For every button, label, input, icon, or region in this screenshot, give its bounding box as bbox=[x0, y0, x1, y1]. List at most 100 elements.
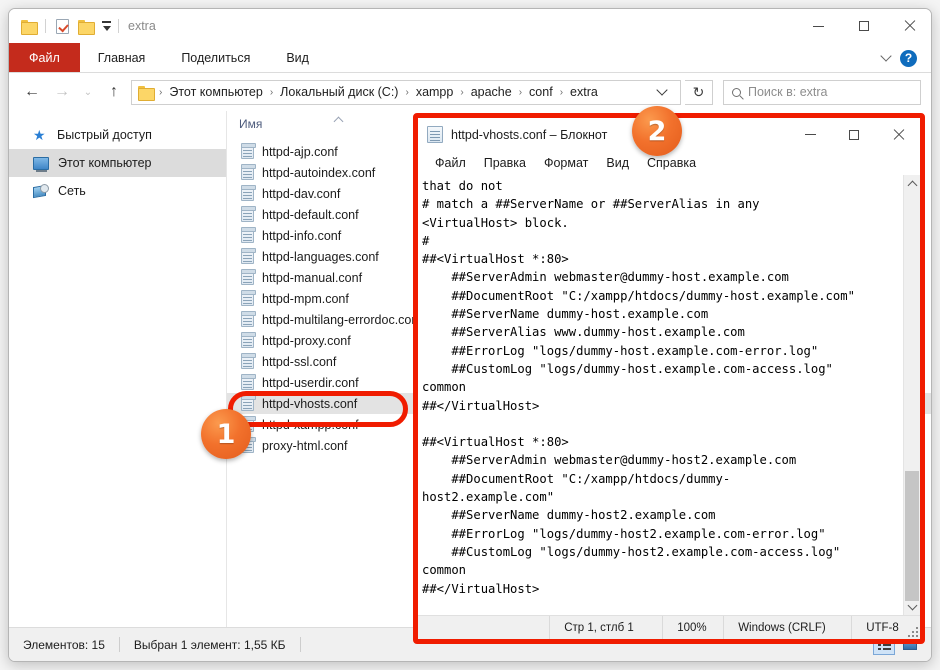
breadcrumb-separator: › bbox=[269, 86, 274, 98]
computer-icon bbox=[33, 156, 49, 172]
notepad-window-controls bbox=[788, 118, 920, 151]
ribbon-right-controls: ? bbox=[880, 43, 925, 73]
search-box[interactable]: Поиск в: extra bbox=[723, 79, 921, 105]
file-name: httpd-vhosts.conf bbox=[262, 396, 358, 411]
breadcrumb-separator: › bbox=[518, 86, 523, 98]
notepad-zoom-level: 100% bbox=[662, 616, 723, 639]
close-button[interactable] bbox=[886, 9, 931, 43]
conf-file-icon bbox=[241, 227, 256, 243]
sidebar-item-network[interactable]: Сеть bbox=[9, 177, 226, 205]
notepad-scrollbar[interactable] bbox=[903, 175, 920, 615]
caret-line bbox=[102, 21, 111, 23]
toolbar-divider-2 bbox=[118, 19, 119, 33]
breadcrumb-separator: › bbox=[460, 86, 464, 98]
scroll-down-icon bbox=[907, 600, 917, 610]
toolbar-divider bbox=[45, 19, 46, 33]
tab-share[interactable]: Поделиться bbox=[163, 43, 268, 72]
properties-button[interactable] bbox=[53, 18, 71, 34]
file-name: httpd-proxy.conf bbox=[262, 333, 351, 348]
menu-item-edit[interactable]: Правка bbox=[475, 156, 535, 170]
sidebar-item-label: Быстрый доступ bbox=[57, 128, 152, 142]
breadcrumb-separator: › bbox=[559, 86, 564, 98]
sidebar-item-quick-access[interactable]: ★ Быстрый доступ bbox=[9, 121, 226, 149]
notepad-text-area[interactable]: that do not # match a ##ServerName or ##… bbox=[418, 175, 920, 615]
sidebar-item-this-pc[interactable]: Этот компьютер bbox=[9, 149, 226, 177]
file-name: proxy-html.conf bbox=[262, 438, 348, 453]
tab-home[interactable]: Главная bbox=[80, 43, 164, 72]
screen: extra Файл Главная Поделиться Вид ? ← → … bbox=[0, 0, 940, 670]
breadcrumb-item-local-disk[interactable]: Локальный диск (C:) bbox=[277, 85, 401, 99]
help-icon[interactable]: ? bbox=[900, 49, 917, 67]
sidebar-item-label: Сеть bbox=[58, 184, 86, 198]
conf-file-icon bbox=[241, 374, 256, 390]
chevron-up-icon[interactable] bbox=[880, 50, 892, 62]
breadcrumb-separator: › bbox=[159, 86, 163, 98]
scrollbar-thumb[interactable] bbox=[905, 471, 919, 601]
address-breadcrumb-bar[interactable]: › Этот компьютер › Локальный диск (C:) ›… bbox=[131, 79, 681, 105]
address-dropdown-icon[interactable] bbox=[656, 84, 668, 96]
search-placeholder: Поиск в: extra bbox=[748, 85, 828, 99]
notepad-highlight-ring: httpd-vhosts.conf – Блокнот Файл Правка … bbox=[413, 113, 925, 644]
maximize-button[interactable] bbox=[841, 9, 886, 43]
breadcrumb-item-xampp[interactable]: xampp bbox=[413, 85, 457, 99]
search-icon bbox=[732, 87, 741, 97]
notepad-text-content[interactable]: that do not # match a ##ServerName or ##… bbox=[418, 175, 920, 598]
notepad-maximize-button[interactable] bbox=[832, 118, 876, 151]
sort-ascending-icon bbox=[333, 116, 344, 127]
explorer-window-controls bbox=[796, 9, 931, 43]
forward-button[interactable]: → bbox=[49, 79, 75, 105]
file-name: httpd-manual.conf bbox=[262, 270, 363, 285]
conf-file-icon bbox=[241, 395, 256, 411]
scroll-up-button[interactable] bbox=[904, 175, 920, 192]
conf-file-icon bbox=[241, 353, 256, 369]
file-name: httpd-dav.conf bbox=[262, 186, 341, 201]
notepad-minimize-button[interactable] bbox=[788, 118, 832, 151]
breadcrumb-item-extra[interactable]: extra bbox=[567, 85, 601, 99]
menu-item-format[interactable]: Формат bbox=[535, 156, 597, 170]
conf-file-icon bbox=[241, 311, 256, 327]
explorer-title-bar: extra bbox=[9, 9, 931, 43]
ribbon-tabs: Файл Главная Поделиться Вид ? bbox=[9, 43, 931, 73]
menu-item-file[interactable]: Файл bbox=[426, 156, 475, 170]
close-icon bbox=[903, 20, 915, 32]
file-name: httpd-autoindex.conf bbox=[262, 165, 376, 180]
status-selection-info: Выбран 1 элемент: 1,55 КБ bbox=[133, 637, 286, 652]
file-name: httpd-mpm.conf bbox=[262, 291, 349, 306]
resize-grip[interactable] bbox=[908, 627, 918, 637]
notepad-window: httpd-vhosts.conf – Блокнот Файл Правка … bbox=[418, 118, 920, 639]
recent-locations-button[interactable]: ⌄ bbox=[79, 79, 97, 105]
file-name: httpd-userdir.conf bbox=[262, 375, 359, 390]
new-folder-icon[interactable] bbox=[78, 19, 95, 35]
back-button[interactable]: ← bbox=[19, 79, 45, 105]
conf-file-icon bbox=[241, 206, 256, 222]
conf-file-icon bbox=[241, 164, 256, 180]
conf-file-icon bbox=[241, 248, 256, 264]
quick-access-toolbar bbox=[21, 18, 119, 35]
breadcrumb-item-this-pc[interactable]: Этот компьютер bbox=[166, 85, 265, 99]
notepad-line-ending: Windows (CRLF) bbox=[723, 616, 851, 639]
scroll-down-button[interactable] bbox=[904, 598, 920, 615]
refresh-button[interactable]: ↻ bbox=[685, 79, 713, 105]
minimize-button[interactable] bbox=[796, 9, 841, 43]
navigation-pane: ★ Быстрый доступ Этот компьютер Сеть bbox=[9, 111, 227, 627]
column-header-name[interactable]: Имя bbox=[239, 117, 262, 131]
sidebar-item-label: Этот компьютер bbox=[58, 156, 152, 170]
file-name: httpd-info.conf bbox=[262, 228, 342, 243]
breadcrumb-item-apache[interactable]: apache bbox=[468, 85, 515, 99]
notepad-close-button[interactable] bbox=[876, 118, 920, 151]
minimize-icon bbox=[813, 25, 824, 27]
star-icon: ★ bbox=[33, 126, 46, 143]
address-bar-row: ← → ⌄ ↑ › Этот компьютер › Локальный дис… bbox=[9, 73, 931, 111]
maximize-icon bbox=[849, 129, 859, 140]
quick-access-dropdown[interactable] bbox=[102, 21, 111, 31]
breadcrumb-item-conf[interactable]: conf bbox=[526, 85, 556, 99]
file-name: httpd-xampp.conf bbox=[262, 417, 359, 432]
notepad-status-bar: Стр 1, стлб 1 100% Windows (CRLF) UTF-8 bbox=[418, 615, 920, 639]
up-button[interactable]: ↑ bbox=[101, 79, 127, 105]
notepad-menu-bar: Файл Правка Формат Вид Справка bbox=[418, 151, 920, 175]
tab-file[interactable]: Файл bbox=[9, 43, 80, 72]
tab-view[interactable]: Вид bbox=[268, 43, 327, 72]
menu-item-view[interactable]: Вид bbox=[597, 156, 638, 170]
close-icon bbox=[892, 129, 904, 141]
menu-item-help[interactable]: Справка bbox=[638, 156, 705, 170]
